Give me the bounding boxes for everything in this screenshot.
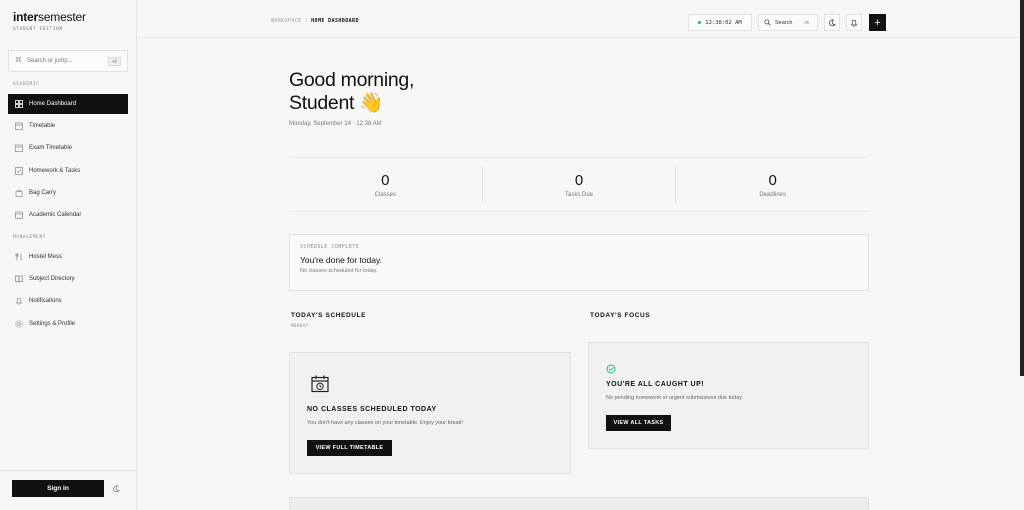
view-all-tasks-button[interactable]: VIEW ALL TASKS bbox=[606, 415, 671, 431]
clock-display: 12:38:02 AM bbox=[688, 14, 752, 31]
check-circle-icon bbox=[606, 361, 616, 379]
todays-schedule-heading: TODAY'S SCHEDULE bbox=[291, 312, 367, 319]
sidebar-item-bag-carry[interactable]: Bag Carry bbox=[8, 183, 128, 203]
sidebar-item-hostel-mess[interactable]: Hostel Mess bbox=[8, 247, 128, 267]
brand-logo[interactable]: intersemester STUDENT EDITION bbox=[13, 10, 86, 32]
calendar-icon bbox=[15, 144, 23, 152]
brand-edition: STUDENT EDITION bbox=[13, 27, 63, 32]
sidebar-item-label: Exam Timetable bbox=[29, 145, 73, 151]
greeting: Good morning, Student 👋 bbox=[289, 69, 414, 115]
sidebar-item-label: Subject Directory bbox=[29, 276, 75, 282]
breadcrumb-parent[interactable]: WORKSPACE bbox=[271, 18, 302, 24]
clock-time: 12:38:02 AM bbox=[705, 19, 742, 26]
section-label-academic: ACADEMIC bbox=[13, 82, 40, 87]
calendar-clock-icon bbox=[310, 374, 330, 399]
sidebar-item-homework-tasks[interactable]: Homework & Tasks bbox=[8, 161, 128, 181]
page-scrollbar[interactable] bbox=[1020, 0, 1024, 376]
bell-icon bbox=[15, 297, 23, 305]
stat-deadlines: 0 Deadlines bbox=[676, 166, 869, 204]
no-classes-card: NO CLASSES SCHEDULED TODAY You don't hav… bbox=[289, 352, 571, 474]
sidebar: intersemester STUDENT EDITION ⌘ Search o… bbox=[0, 0, 137, 510]
sidebar-item-label: Hostel Mess bbox=[29, 254, 63, 260]
stat-value: 0 bbox=[574, 171, 584, 189]
book-icon bbox=[15, 275, 23, 283]
lower-section-card bbox=[289, 497, 869, 510]
sidebar-item-exam-timetable[interactable]: Exam Timetable bbox=[8, 138, 128, 158]
stat-value: 0 bbox=[381, 171, 390, 189]
sidebar-item-timetable[interactable]: Timetable bbox=[8, 116, 128, 136]
sidebar-item-label: Homework & Tasks bbox=[29, 168, 81, 174]
plus-icon: + bbox=[874, 16, 881, 29]
greeting-line2: Student 👋 bbox=[289, 92, 384, 114]
search-icon bbox=[764, 19, 771, 26]
utensils-icon bbox=[15, 253, 23, 261]
brand-name-rest: semester bbox=[38, 10, 86, 24]
grid-icon bbox=[15, 100, 23, 108]
calendar-icon bbox=[15, 122, 23, 130]
bag-icon bbox=[15, 189, 23, 197]
top-bar: WORKSPACE / HOME DASHBOARD 12:38:02 AM Sea… bbox=[138, 0, 1024, 38]
stat-tasks-due: 0 Tasks Due bbox=[483, 166, 677, 204]
caught-up-description: No pending homework or urgent submission… bbox=[606, 395, 744, 401]
sidebar-item-label: Home Dashboard bbox=[29, 101, 77, 107]
schedule-status-title: You're done for today. bbox=[300, 255, 382, 265]
add-button[interactable]: + bbox=[869, 14, 886, 31]
sidebar-item-label: Academic Calendar bbox=[29, 212, 82, 218]
sidebar-item-settings-profile[interactable]: Settings & Profile bbox=[8, 314, 128, 334]
sidebar-item-label: Bag Carry bbox=[29, 190, 57, 196]
sign-in-button[interactable]: Sign In bbox=[12, 480, 104, 497]
schedule-status-subtitle: No classes scheduled for today. bbox=[300, 268, 378, 274]
schedule-status-card: SCHEDULE COMPLETE You're done for today.… bbox=[289, 234, 869, 291]
stat-label: Deadlines bbox=[759, 191, 787, 198]
top-search-shortcut: ⌘K bbox=[804, 20, 809, 25]
bell-icon bbox=[850, 19, 858, 27]
sidebar-item-academic-calendar[interactable]: Academic Calendar bbox=[8, 205, 128, 225]
sidebar-search-placeholder: Search or jump... bbox=[27, 58, 73, 64]
sidebar-item-label: Settings & Profile bbox=[29, 321, 76, 327]
greeting-line1: Good morning, bbox=[289, 69, 415, 91]
stat-classes: 0 Classes bbox=[289, 166, 483, 204]
stat-label: Tasks Due bbox=[565, 191, 594, 198]
no-classes-title: NO CLASSES SCHEDULED TODAY bbox=[307, 406, 437, 413]
sidebar-item-notifications[interactable]: Notifications bbox=[8, 291, 128, 311]
todays-schedule-day: MONDAY bbox=[291, 323, 309, 328]
checklist-icon bbox=[15, 167, 23, 175]
command-icon: ⌘ bbox=[15, 57, 22, 64]
theme-toggle-icon[interactable] bbox=[110, 483, 122, 495]
sidebar-item-subject-directory[interactable]: Subject Directory bbox=[8, 269, 128, 289]
schedule-status-tag: SCHEDULE COMPLETE bbox=[300, 245, 360, 250]
status-dot bbox=[698, 21, 702, 24]
gear-icon bbox=[15, 320, 23, 328]
breadcrumb-current: HOME DASHBOARD bbox=[311, 18, 359, 24]
breadcrumb: WORKSPACE / HOME DASHBOARD bbox=[271, 18, 359, 24]
section-label-management: MANAGEMENT bbox=[13, 235, 47, 240]
view-full-timetable-button[interactable]: VIEW FULL TIMETABLE bbox=[307, 440, 392, 456]
top-search-label: Search bbox=[775, 19, 793, 26]
stat-label: Classes bbox=[374, 191, 396, 198]
todays-focus-heading: TODAY'S FOCUS bbox=[590, 312, 651, 319]
no-classes-description: You don't have any classes on your timet… bbox=[307, 420, 463, 426]
moon-icon bbox=[829, 19, 836, 26]
caught-up-title: YOU'RE ALL CAUGHT UP! bbox=[606, 381, 705, 388]
notifications-button[interactable] bbox=[846, 14, 862, 31]
current-date: Monday, September 14 · 12:38 AM bbox=[289, 121, 382, 127]
calendar-icon bbox=[15, 211, 23, 219]
sidebar-search-input[interactable]: ⌘ Search or jump... ⌘K bbox=[8, 50, 128, 72]
sidebar-item-label: Timetable bbox=[29, 123, 56, 129]
stat-value: 0 bbox=[768, 171, 777, 189]
sidebar-item-home-dashboard[interactable]: Home Dashboard bbox=[8, 94, 128, 114]
all-caught-up-card: YOU'RE ALL CAUGHT UP! No pending homewor… bbox=[588, 342, 869, 449]
search-shortcut-badge: ⌘K bbox=[108, 56, 121, 66]
stats-bar: 0 Classes 0 Tasks Due 0 Deadlines bbox=[289, 157, 869, 212]
brand-name-bold: inter bbox=[13, 10, 39, 24]
top-search-button[interactable]: Search ⌘K bbox=[758, 14, 818, 31]
sidebar-item-label: Notifications bbox=[29, 298, 62, 304]
dark-mode-toggle-button[interactable] bbox=[824, 14, 840, 31]
breadcrumb-separator: / bbox=[304, 18, 309, 24]
